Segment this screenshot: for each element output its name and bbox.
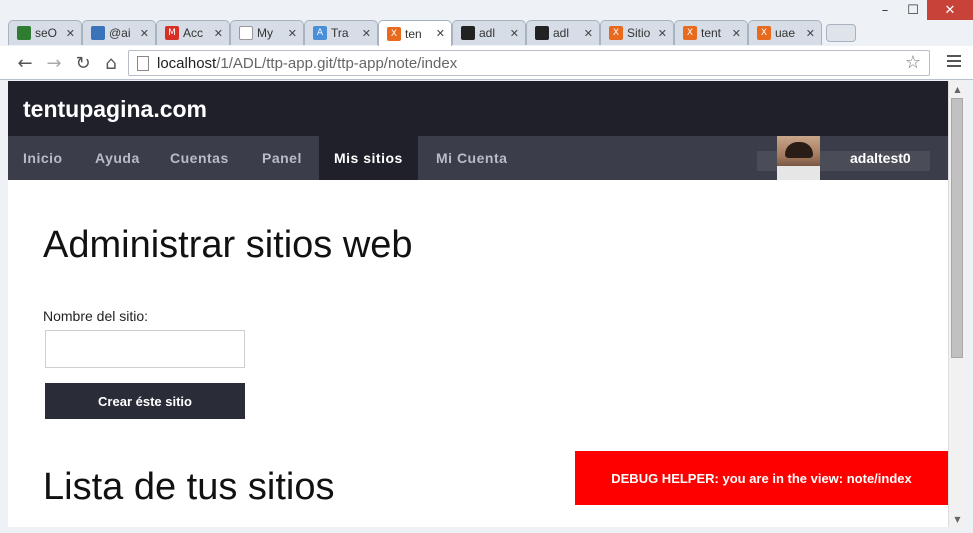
page-viewport: tentupagina.com Inicio Ayuda Cuentas Pan… bbox=[8, 81, 948, 527]
browser-tab[interactable]: X Sitio ✕ bbox=[600, 20, 674, 45]
back-icon[interactable]: ← bbox=[14, 52, 36, 74]
tab-favicon-icon bbox=[17, 26, 31, 40]
vertical-scrollbar[interactable]: ▲ ▼ bbox=[948, 81, 965, 527]
scroll-up-icon[interactable]: ▲ bbox=[949, 81, 966, 97]
new-tab-button[interactable] bbox=[826, 24, 856, 42]
create-site-button[interactable]: Crear éste sitio bbox=[45, 383, 245, 419]
url-path: /1/ADL/ttp-app.git/ttp-app/note/index bbox=[216, 54, 458, 72]
reload-icon[interactable]: ↻ bbox=[72, 52, 94, 74]
tab-close-icon[interactable]: ✕ bbox=[806, 27, 815, 40]
browser-tab[interactable]: adl ✕ bbox=[526, 20, 600, 45]
maximize-button[interactable]: ☐ bbox=[899, 0, 927, 20]
forward-icon[interactable]: → bbox=[43, 52, 65, 74]
site-name-label: Nombre del sitio: bbox=[43, 308, 149, 324]
tab-title: Sitio bbox=[627, 26, 651, 40]
browser-chrome: – ☐ ✕ seO ✕ @ai ✕ M Acc ✕ My ✕ A Tra ✕ Xten ✕ adl ✕ adl ✕… bbox=[0, 0, 973, 80]
username[interactable]: adaltest0 bbox=[850, 150, 911, 166]
tab-title: uae bbox=[775, 26, 796, 40]
debug-helper-banner: DEBUG HELPER: you are in the view: note/… bbox=[575, 451, 948, 505]
bookmark-star-icon[interactable]: ☆ bbox=[905, 52, 921, 73]
close-window-button[interactable]: ✕ bbox=[927, 0, 973, 20]
tab-title: My bbox=[257, 26, 273, 40]
tab-title: adl bbox=[479, 26, 496, 40]
tab-favicon-icon: M bbox=[165, 26, 179, 40]
tab-close-icon[interactable]: ✕ bbox=[66, 27, 75, 40]
tab-favicon-icon: X bbox=[387, 26, 401, 41]
tab-close-icon[interactable]: ✕ bbox=[584, 27, 593, 40]
browser-tab[interactable]: @ai ✕ bbox=[82, 20, 156, 45]
site-nav: Inicio Ayuda Cuentas Panel Mis sitios Mi… bbox=[8, 136, 948, 180]
nav-item-cuentas[interactable]: Cuentas bbox=[155, 136, 244, 180]
site-header: tentupagina.com bbox=[8, 81, 948, 136]
nav-item-ayuda[interactable]: Ayuda bbox=[80, 136, 155, 180]
tab-close-icon[interactable]: ✕ bbox=[732, 27, 741, 40]
nav-item-mi-cuenta[interactable]: Mi Cuenta bbox=[421, 136, 522, 180]
tab-close-icon[interactable]: ✕ bbox=[436, 27, 445, 40]
window-controls: – ☐ ✕ bbox=[871, 0, 973, 22]
tab-favicon-icon bbox=[535, 26, 549, 40]
tab-favicon-icon bbox=[91, 26, 105, 40]
tab-favicon-icon bbox=[461, 26, 475, 40]
tab-title: seO bbox=[35, 26, 58, 40]
tab-favicon-icon: X bbox=[683, 26, 697, 40]
scrollbar-thumb[interactable] bbox=[951, 98, 963, 358]
nav-item-panel[interactable]: Panel bbox=[247, 136, 317, 180]
tab-title: @ai bbox=[109, 26, 131, 40]
tab-close-icon[interactable]: ✕ bbox=[288, 27, 297, 40]
tab-favicon-icon bbox=[239, 26, 253, 40]
address-bar[interactable]: localhost/1/ADL/ttp-app.git/ttp-app/note… bbox=[128, 50, 930, 76]
browser-tab[interactable]: M Acc ✕ bbox=[156, 20, 230, 45]
menu-icon[interactable] bbox=[947, 55, 961, 70]
nav-item-inicio[interactable]: Inicio bbox=[8, 136, 78, 180]
site-brand[interactable]: tentupagina.com bbox=[23, 96, 207, 123]
minimize-button[interactable]: – bbox=[871, 0, 899, 20]
window-edge bbox=[965, 81, 973, 533]
tab-close-icon[interactable]: ✕ bbox=[214, 27, 223, 40]
tab-favicon-icon: X bbox=[757, 26, 771, 40]
tab-favicon-icon: A bbox=[313, 26, 327, 40]
tab-close-icon[interactable]: ✕ bbox=[140, 27, 149, 40]
browser-toolbar: ← → ↻ ⌂ localhost/1/ADL/ttp-app.git/ttp-… bbox=[0, 46, 973, 80]
url-host: localhost bbox=[157, 54, 217, 72]
home-icon[interactable]: ⌂ bbox=[100, 52, 122, 74]
nav-item-mis-sitios[interactable]: Mis sitios bbox=[319, 136, 418, 180]
tab-title: Tra bbox=[331, 26, 349, 40]
browser-tab[interactable]: My ✕ bbox=[230, 20, 304, 45]
avatar[interactable] bbox=[777, 136, 820, 180]
tab-close-icon[interactable]: ✕ bbox=[658, 27, 667, 40]
sites-list-title: Lista de tus sitios bbox=[43, 466, 335, 508]
tab-close-icon[interactable]: ✕ bbox=[510, 27, 519, 40]
window-edge-bottom bbox=[0, 527, 973, 533]
browser-tab[interactable]: Xtent ✕ bbox=[674, 20, 748, 45]
browser-tab[interactable]: seO ✕ bbox=[8, 20, 82, 45]
scroll-down-icon[interactable]: ▼ bbox=[949, 511, 966, 527]
browser-tab[interactable]: Xten ✕ bbox=[378, 20, 452, 46]
browser-tab[interactable]: Xuae ✕ bbox=[748, 20, 822, 45]
tab-title: Acc bbox=[183, 26, 204, 40]
page-icon bbox=[137, 55, 149, 71]
browser-tab[interactable]: A Tra ✕ bbox=[304, 20, 378, 45]
tab-strip: seO ✕ @ai ✕ M Acc ✕ My ✕ A Tra ✕ Xten ✕ adl ✕ adl ✕ X Sitio… bbox=[8, 20, 856, 46]
browser-tab[interactable]: adl ✕ bbox=[452, 20, 526, 45]
tab-title: adl bbox=[553, 26, 570, 40]
tab-title: tent bbox=[701, 26, 722, 40]
site-name-input[interactable] bbox=[45, 330, 245, 368]
tab-close-icon[interactable]: ✕ bbox=[362, 27, 371, 40]
tab-title: ten bbox=[405, 26, 422, 41]
page-title: Administrar sitios web bbox=[43, 224, 413, 266]
tab-favicon-icon: X bbox=[609, 26, 623, 40]
